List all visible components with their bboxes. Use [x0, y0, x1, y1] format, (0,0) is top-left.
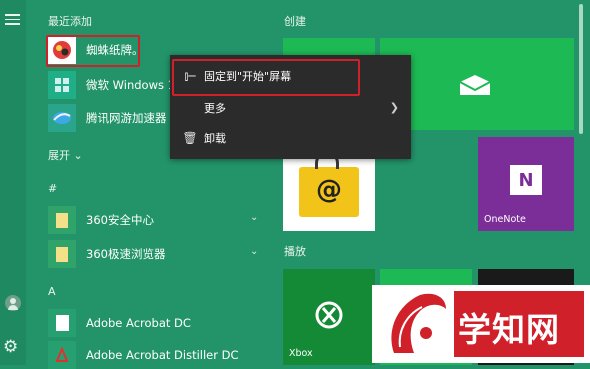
menu-item-label: 卸载	[204, 132, 226, 145]
app-label: Adobe Acrobat Distiller DC	[86, 348, 239, 362]
watermark-logo-icon	[391, 293, 446, 353]
highlight-box-app	[46, 35, 140, 67]
app-label: 微软 Windows 1	[86, 78, 175, 92]
menu-item-uninstall[interactable]: 🗑 卸载	[170, 123, 411, 153]
xbox-icon	[315, 301, 343, 329]
highlight-box-pin	[172, 59, 360, 96]
watermark-text: 学知网	[458, 310, 560, 349]
app-360-security[interactable]: 360安全中心	[48, 206, 154, 234]
tile-label: Xbox	[289, 348, 313, 359]
chevron-right-icon: ❯	[389, 101, 399, 114]
app-tencent-booster[interactable]: 腾讯网游加速器	[48, 104, 167, 132]
section-create: 创建	[284, 15, 306, 28]
onenote-icon: N	[510, 165, 542, 195]
tile-onenote[interactable]: N OneNote	[478, 137, 574, 231]
windows-logo-icon	[48, 71, 76, 99]
trash-icon: 🗑	[182, 131, 198, 145]
app-acrobat-dc[interactable]: Adobe Acrobat DC	[48, 309, 191, 337]
user-avatar-icon[interactable]	[5, 295, 21, 311]
expand-link[interactable]: 展开 ⌄	[48, 147, 83, 163]
chevron-down-icon: ⌄	[73, 149, 83, 162]
acrobat-icon	[48, 309, 76, 337]
tile-xbox[interactable]: Xbox	[283, 269, 375, 365]
app-label: 腾讯网游加速器	[86, 111, 167, 125]
app-label: Adobe Acrobat DC	[86, 316, 191, 330]
expand-label: 展开	[48, 149, 70, 162]
chevron-down-icon[interactable]: ⌄	[250, 246, 258, 257]
menu-item-more[interactable]: 更多 ❯	[170, 93, 411, 123]
chevron-down-icon[interactable]: ⌄	[250, 212, 258, 223]
app-360-browser[interactable]: 360极速浏览器	[48, 240, 165, 268]
section-play: 播放	[284, 245, 306, 258]
mail-icon	[459, 75, 491, 95]
section-a: A	[48, 285, 56, 298]
hamburger-menu-icon[interactable]	[5, 14, 20, 28]
tencent-booster-icon	[48, 104, 76, 132]
app-label: 360极速浏览器	[86, 247, 166, 261]
menu-item-label: 更多	[204, 102, 226, 115]
tile-label: OneNote	[484, 214, 526, 225]
section-hash: #	[48, 182, 58, 195]
app-windows[interactable]: 微软 Windows 1	[48, 71, 175, 99]
app-label: 360安全中心	[86, 213, 154, 227]
folder-icon	[48, 206, 76, 234]
scrollbar[interactable]	[579, 4, 583, 134]
section-recent: 最近添加	[48, 15, 92, 28]
settings-gear-icon[interactable]: ⚙	[3, 339, 18, 356]
store-bag-icon: @	[299, 151, 359, 217]
folder-icon	[48, 240, 76, 268]
